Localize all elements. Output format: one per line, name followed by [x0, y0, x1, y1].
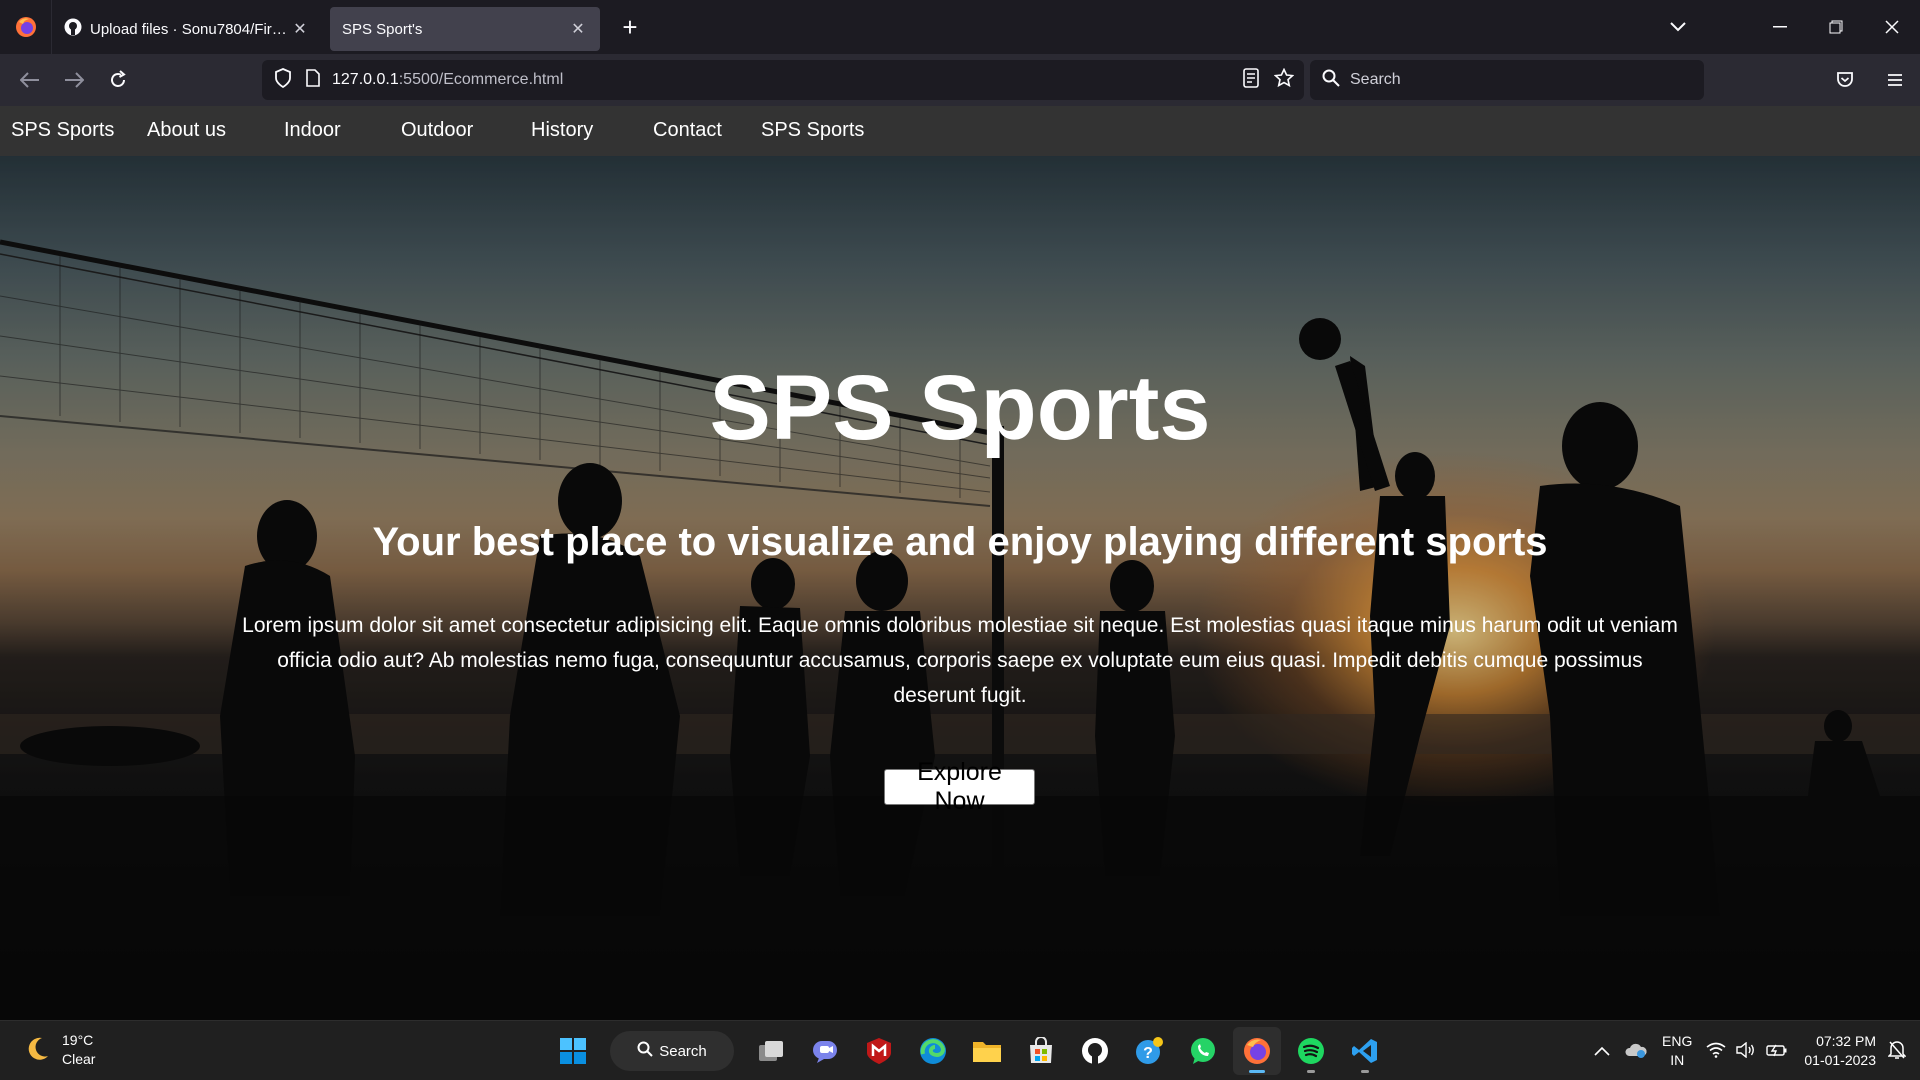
close-window-icon[interactable] — [1864, 0, 1920, 54]
bookmark-star-icon[interactable] — [1273, 67, 1295, 93]
moon-icon — [22, 1034, 52, 1067]
nav-link-sps-sports[interactable]: SPS Sports — [761, 119, 864, 142]
system-tray: ENG IN 07:32 PM 01-01-2023 — [1594, 1027, 1920, 1075]
search-bar[interactable]: Search — [1310, 60, 1704, 100]
new-tab-button[interactable]: + — [610, 7, 650, 47]
weather-description: Clear — [62, 1051, 96, 1067]
list-all-tabs-icon[interactable] — [1650, 0, 1706, 54]
github-desktop-icon[interactable] — [1071, 1027, 1119, 1075]
language-indicator[interactable]: ENG IN — [1662, 1032, 1692, 1070]
browser-toolbar: 127.0.0.1:5500/Ecommerce.html Search — [0, 54, 1920, 106]
tab-upload-files[interactable]: Upload files · Sonu7804/First-project ✕ — [52, 7, 322, 51]
get-help-icon[interactable]: ? — [1125, 1027, 1173, 1075]
reader-view-icon[interactable] — [1242, 68, 1260, 93]
clock-time: 07:32 PM — [1816, 1033, 1876, 1049]
region-code: IN — [1670, 1052, 1685, 1068]
pocket-icon[interactable] — [1820, 58, 1870, 102]
onedrive-icon[interactable] — [1624, 1041, 1648, 1062]
hero-title: SPS Sports — [709, 357, 1211, 459]
weather-widget[interactable]: 19°C Clear — [22, 1031, 95, 1069]
minimize-icon[interactable] — [1752, 0, 1808, 54]
firefox-taskbar-icon[interactable] — [1233, 1027, 1281, 1075]
nav-link-outdoor[interactable]: Outdoor — [401, 119, 473, 142]
site-navigation: SPS Sports About us Indoor Outdoor Histo… — [0, 106, 1920, 156]
taskbar-search-button[interactable]: Search — [610, 1031, 734, 1071]
taskbar-search-label: Search — [659, 1042, 707, 1060]
hero-description: Lorem ipsum dolor sit amet consectetur a… — [242, 614, 1678, 707]
browser-tab-bar: Upload files · Sonu7804/First-project ✕ … — [0, 0, 1920, 54]
hero-section: SPS Sports Your best place to visualize … — [0, 156, 1920, 1020]
vscode-icon[interactable] — [1341, 1027, 1389, 1075]
hamburger-menu-icon[interactable] — [1870, 58, 1920, 102]
nav-link-about[interactable]: About us — [147, 119, 226, 142]
volume-icon[interactable] — [1736, 1041, 1756, 1061]
close-tab-icon[interactable]: ✕ — [290, 19, 310, 39]
firefox-menu-icon[interactable] — [0, 0, 52, 54]
tab-title: SPS Sport's — [342, 20, 423, 38]
explore-now-button[interactable]: Explore Now — [884, 758, 1035, 815]
nav-link-contact[interactable]: Contact — [653, 119, 722, 142]
nav-link-indoor[interactable]: Indoor — [284, 119, 341, 142]
restore-icon[interactable] — [1808, 0, 1864, 54]
web-page: SPS Sports About us Indoor Outdoor Histo… — [0, 106, 1920, 1020]
windows-taskbar: 19°C Clear Search ? ENG IN 07:32 PM 01-0… — [0, 1020, 1920, 1080]
microsoft-store-icon[interactable] — [1017, 1027, 1065, 1075]
teams-chat-icon[interactable] — [801, 1027, 849, 1075]
battery-charging-icon[interactable] — [1766, 1042, 1788, 1061]
address-bar[interactable]: 127.0.0.1:5500/Ecommerce.html — [262, 60, 1304, 100]
hero-overlay — [0, 156, 1920, 1020]
nav-link-home[interactable]: SPS Sports — [11, 119, 114, 142]
clock[interactable]: 07:32 PM 01-01-2023 — [1804, 1032, 1876, 1070]
nav-link-history[interactable]: History — [531, 119, 593, 142]
search-placeholder: Search — [1350, 71, 1401, 88]
search-icon — [1322, 69, 1340, 92]
wifi-icon[interactable] — [1706, 1042, 1726, 1061]
hero-subtitle: Your best place to visualize and enjoy p… — [372, 520, 1548, 564]
search-icon — [637, 1041, 653, 1061]
page-icon — [306, 68, 320, 92]
back-icon[interactable] — [8, 58, 52, 102]
file-explorer-icon[interactable] — [963, 1027, 1011, 1075]
weather-temperature: 19°C — [62, 1032, 94, 1048]
mcafee-icon[interactable] — [855, 1027, 903, 1075]
close-tab-icon[interactable]: ✕ — [568, 19, 588, 39]
tab-sps-sports[interactable]: SPS Sport's ✕ — [330, 7, 600, 51]
reload-icon[interactable] — [96, 58, 140, 102]
github-icon — [64, 18, 82, 40]
edge-browser-icon[interactable] — [909, 1027, 957, 1075]
svg-text:?: ? — [1143, 1045, 1153, 1062]
task-view-icon[interactable] — [747, 1027, 795, 1075]
tab-title: Upload files · Sonu7804/First-project — [90, 20, 290, 38]
tracking-protection-icon[interactable] — [274, 67, 292, 93]
spotify-icon[interactable] — [1287, 1027, 1335, 1075]
clock-date: 01-01-2023 — [1804, 1052, 1876, 1068]
url-text[interactable]: 127.0.0.1:5500/Ecommerce.html — [332, 71, 563, 89]
language-code: ENG — [1662, 1033, 1693, 1049]
forward-icon[interactable] — [52, 58, 96, 102]
windows-start-icon[interactable] — [549, 1027, 597, 1075]
whatsapp-icon[interactable] — [1179, 1027, 1227, 1075]
show-hidden-icons-chevron-up-icon[interactable] — [1594, 1043, 1610, 1059]
notification-bell-icon[interactable] — [1887, 1040, 1907, 1063]
